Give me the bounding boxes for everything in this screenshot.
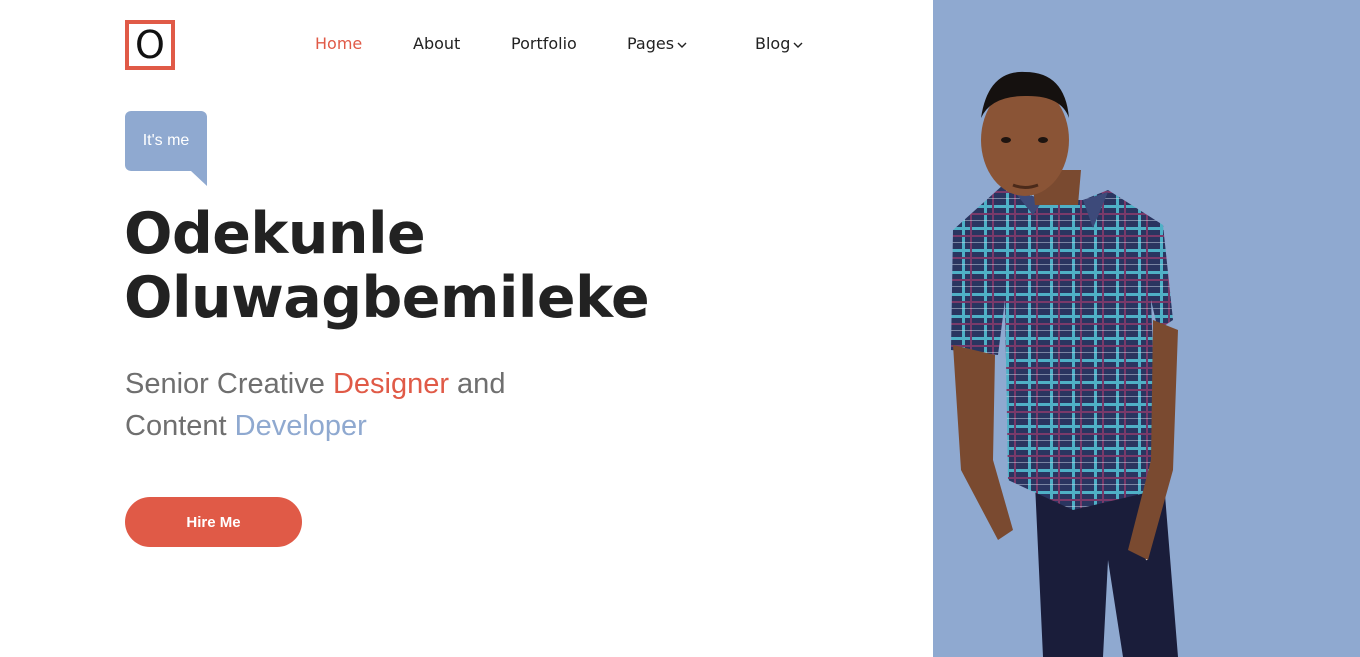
hero-name-first: Odekunle (124, 201, 426, 267)
nav-blog[interactable]: Blog (755, 34, 803, 53)
chevron-down-icon (677, 42, 687, 48)
nav-home-label: Home (315, 34, 363, 53)
nav-about[interactable]: About (413, 34, 460, 53)
subtitle-part2: and (449, 368, 506, 400)
intro-badge: It's me (125, 111, 207, 171)
subtitle-part3: Content (125, 410, 235, 442)
profile-photo (951, 71, 1178, 657)
hero-image-panel (933, 0, 1360, 657)
nav-about-label: About (413, 34, 461, 53)
subtitle-designer: Designer (332, 368, 449, 400)
intro-badge-tail (191, 171, 207, 186)
subtitle-part1: Senior Creative (125, 368, 333, 400)
hero-name: Odekunle Oluwagbemileke (124, 202, 844, 330)
hire-me-label: Hire Me (186, 513, 241, 531)
hero-name-last: Oluwagbemileke (124, 265, 650, 331)
intro-badge-label: It's me (142, 132, 190, 149)
nav-portfolio-label: Portfolio (511, 34, 577, 53)
logo-letter: O (135, 23, 165, 67)
hire-me-button[interactable]: Hire Me (125, 497, 302, 547)
nav-blog-label: Blog (755, 34, 791, 53)
subtitle-developer: Developer (234, 410, 367, 442)
hero-subtitle: Senior Creative Designer and Content Deve… (125, 363, 685, 447)
site-logo[interactable]: O (125, 20, 175, 70)
chevron-down-icon (793, 42, 803, 48)
nav-portfolio[interactable]: Portfolio (511, 34, 577, 53)
nav-home[interactable]: Home (315, 34, 362, 53)
nav-pages[interactable]: Pages (627, 34, 687, 53)
nav-pages-label: Pages (627, 34, 675, 53)
